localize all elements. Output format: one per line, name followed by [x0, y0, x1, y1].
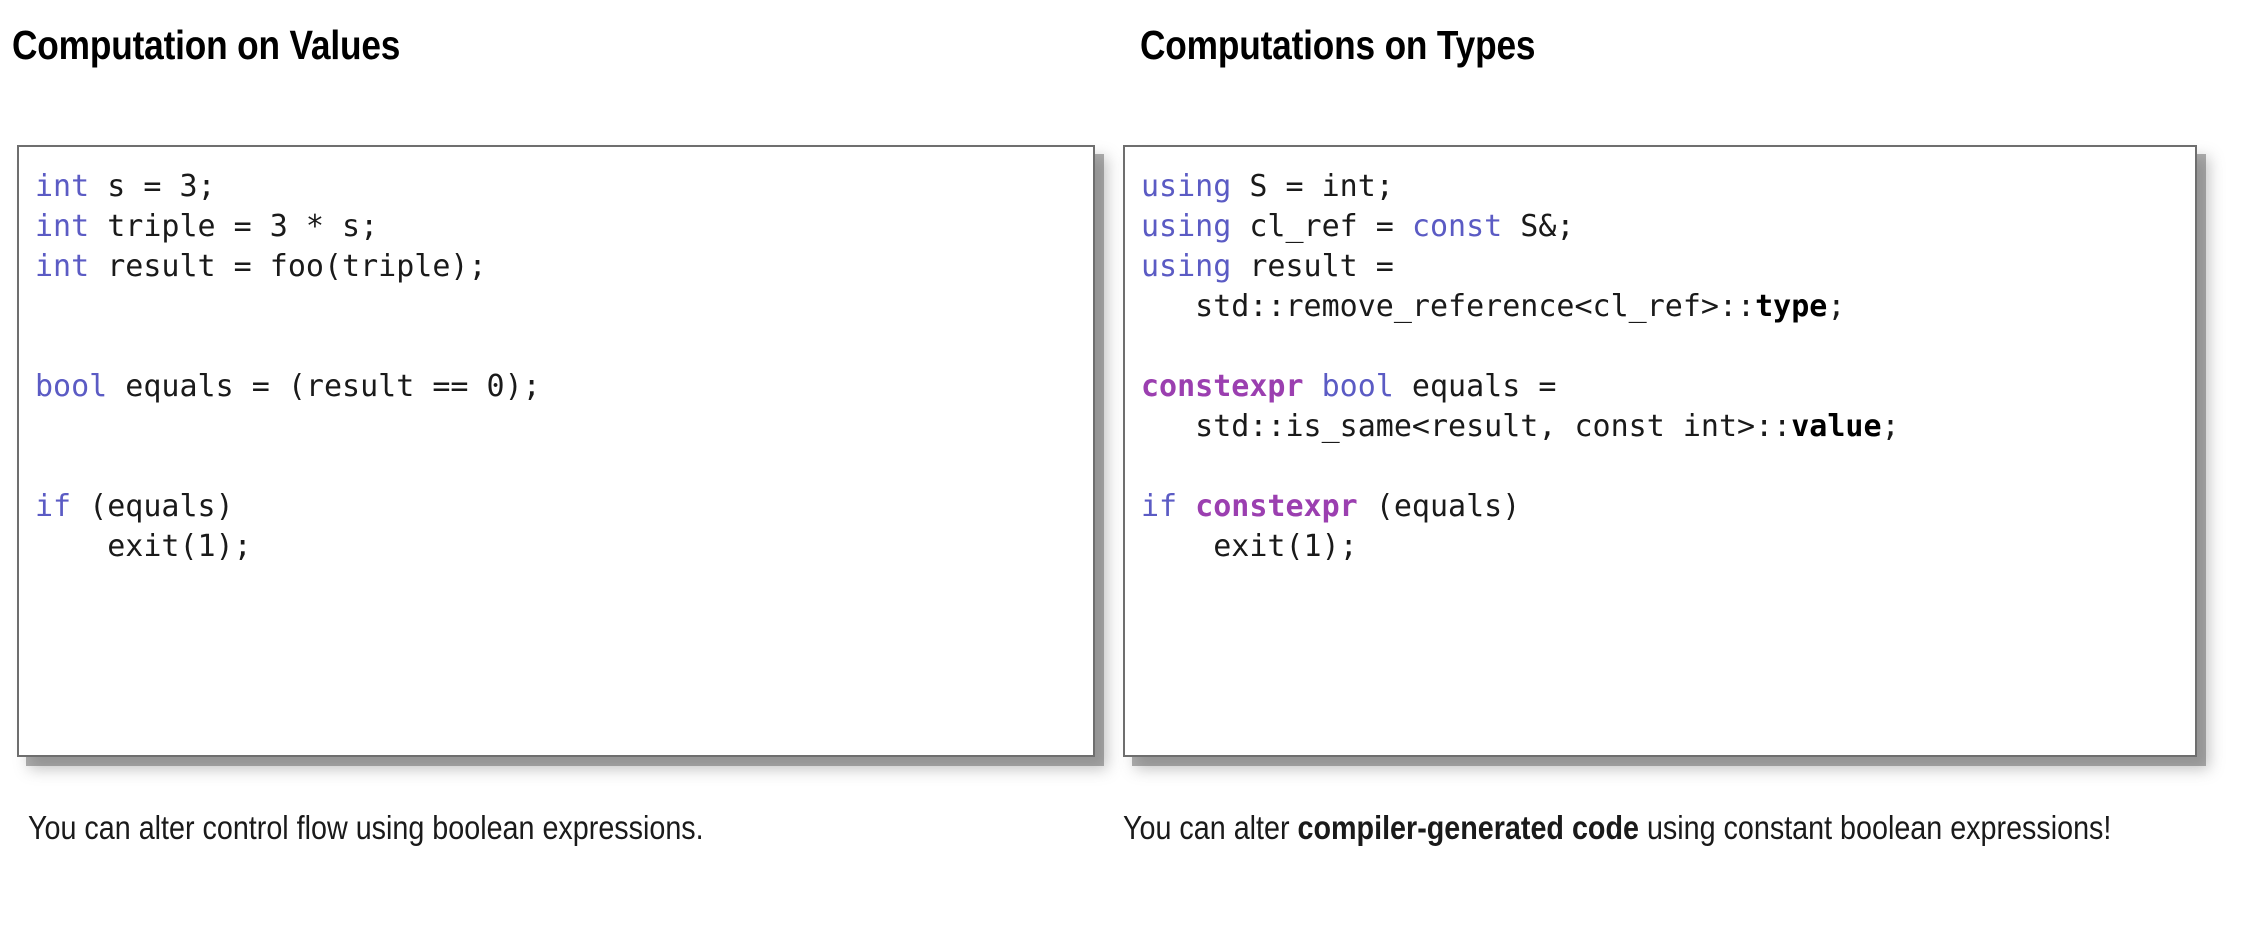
- code-line: using S = int;: [1141, 167, 2195, 207]
- code-token: using: [1141, 169, 1232, 204]
- code-line: exit(1);: [1141, 527, 2195, 567]
- code-block-right: using S = int; using cl_ref = const S&; us…: [1125, 147, 2195, 567]
- code-token: S&;: [1502, 209, 1575, 244]
- code-token: exit(1);: [1141, 529, 1358, 564]
- code-card-right: using S = int; using cl_ref = const S&; us…: [1123, 145, 2197, 757]
- code-card-left: int s = 3; int triple = 3 * s; int result …: [17, 145, 1095, 757]
- code-token: cl_ref =: [1231, 209, 1412, 244]
- caption-text: You can alter: [1123, 809, 1298, 846]
- code-token: using: [1141, 209, 1232, 244]
- code-line: using result =: [1141, 247, 2195, 287]
- page-title-left: Computation on Values: [12, 22, 401, 68]
- code-token: equals =: [1393, 369, 1557, 404]
- code-token: (equals): [1357, 489, 1521, 524]
- code-token: if: [35, 489, 72, 524]
- code-line: exit(1);: [35, 527, 1093, 567]
- code-token: const: [1411, 209, 1503, 244]
- code-token: constexpr: [1195, 489, 1358, 524]
- code-token: triple = 3 * s;: [89, 209, 379, 244]
- code-line: std::remove_reference<cl_ref>::type;: [1141, 287, 2195, 327]
- slide-root: Computation on Values int s = 3; int trip…: [0, 0, 2246, 935]
- code-token: ;: [1827, 289, 1846, 324]
- code-token: equals = (result == 0);: [107, 369, 541, 404]
- code-line: if (equals): [35, 487, 1093, 527]
- code-token: std::is_same<result, const int>::: [1141, 409, 1792, 444]
- code-line: int triple = 3 * s;: [35, 207, 1093, 247]
- code-token: int: [35, 169, 90, 204]
- code-line: std::is_same<result, const int>::value;: [1141, 407, 2195, 447]
- code-token: S = int;: [1231, 169, 1394, 204]
- caption-left: You can alter control flow using boolean…: [28, 805, 1116, 850]
- caption-text: You can alter control flow using boolean…: [28, 809, 704, 846]
- code-token: exit(1);: [35, 529, 252, 564]
- caption-emphasis: compiler-generated code: [1297, 809, 1639, 846]
- code-token: int: [35, 249, 90, 284]
- caption-text: using constant boolean expressions!: [1638, 809, 2112, 846]
- code-token: using: [1141, 249, 1232, 284]
- code-token: int: [35, 209, 90, 244]
- code-token: result = foo(triple);: [89, 249, 487, 284]
- code-line: bool equals = (result == 0);: [35, 367, 1093, 407]
- code-block-left: int s = 3; int triple = 3 * s; int result …: [19, 147, 1093, 567]
- code-token: s = 3;: [89, 169, 216, 204]
- code-line: int result = foo(triple);: [35, 247, 1093, 287]
- code-line: constexpr bool equals =: [1141, 367, 2195, 407]
- code-line: if constexpr (equals): [1141, 487, 2195, 527]
- column-left: Computation on Values int s = 3; int trip…: [0, 0, 1123, 935]
- column-right: Computations on Types using S = int; usin…: [1123, 0, 2246, 935]
- code-token: bool: [1321, 369, 1394, 404]
- code-token: value: [1791, 409, 1882, 444]
- code-token: std::remove_reference<cl_ref>::: [1141, 289, 1756, 324]
- code-token: (equals): [71, 489, 234, 524]
- page-title-right: Computations on Types: [1140, 22, 1536, 68]
- code-token: bool: [35, 369, 108, 404]
- code-token: constexpr: [1141, 369, 1304, 404]
- code-token: if: [1141, 489, 1178, 524]
- code-token: ;: [1881, 409, 1900, 444]
- caption-right: You can alter compiler-generated code us…: [1123, 805, 2211, 850]
- code-line: using cl_ref = const S&;: [1141, 207, 2195, 247]
- code-token: result =: [1231, 249, 1394, 284]
- code-token: type: [1755, 289, 1828, 324]
- code-line: int s = 3;: [35, 167, 1093, 207]
